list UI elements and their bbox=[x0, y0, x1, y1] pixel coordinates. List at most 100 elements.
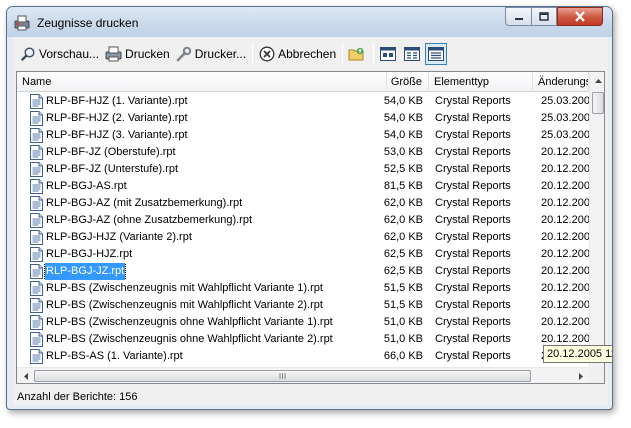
toolbar-separator bbox=[373, 43, 375, 65]
table-row[interactable]: RLP-BS (Zwischenzeugnis ohne Wahlpflicht… bbox=[17, 331, 590, 348]
file-name: RLP-BGJ-HJZ.rpt bbox=[46, 248, 133, 260]
status-bar: Anzahl der Berichte: 156 bbox=[13, 387, 608, 405]
magnifier-icon bbox=[20, 47, 35, 62]
type-cell: Crystal Reports bbox=[435, 299, 511, 311]
name-cell: RLP-BS-AS (1. Variante).rpt bbox=[30, 348, 390, 365]
report-file-icon bbox=[30, 145, 43, 160]
column-header-size[interactable]: Größe bbox=[387, 72, 429, 92]
scroll-left-arrow[interactable] bbox=[17, 368, 34, 383]
file-name: RLP-BS (Zwischenzeugnis mit Wahlpflicht … bbox=[46, 299, 323, 311]
table-row[interactable]: RLP-BF-HJZ (2. Variante).rpt 54,0 KB Cryst… bbox=[17, 110, 590, 127]
printer-settings-button[interactable]: Drucker... bbox=[173, 42, 249, 66]
name-cell: RLP-BF-JZ (Unterstufe).rpt bbox=[30, 161, 390, 178]
list-header: Name Größe Elementtyp Änderungs bbox=[17, 72, 589, 92]
arrow-up-icon bbox=[594, 78, 602, 83]
printer-settings-label: Drucker... bbox=[194, 47, 247, 61]
report-file-icon bbox=[30, 111, 43, 126]
table-row[interactable]: RLP-BGJ-HJZ (Variante 2).rpt 62,0 KB Cryst… bbox=[17, 229, 590, 246]
report-list[interactable]: Name Größe Elementtyp Änderungs RLP-BF-H… bbox=[16, 71, 605, 384]
type-cell: Crystal Reports bbox=[435, 282, 511, 294]
report-file-icon bbox=[30, 247, 43, 262]
toolbar-separator bbox=[342, 43, 344, 65]
file-name: RLP-BF-JZ (Unterstufe).rpt bbox=[46, 163, 179, 175]
table-row[interactable]: RLP-BS (Zwischenzeugnis mit Wahlpflicht … bbox=[17, 297, 590, 314]
size-cell: 66,0 KB bbox=[383, 350, 423, 362]
type-cell: Crystal Reports bbox=[435, 163, 511, 175]
details-view-icon bbox=[428, 47, 445, 61]
type-cell: Crystal Reports bbox=[435, 248, 511, 260]
vertical-scroll-thumb[interactable] bbox=[592, 92, 604, 114]
title-bar[interactable]: Zeugnisse drucken bbox=[7, 7, 612, 37]
report-file-icon bbox=[30, 315, 43, 330]
date-cell: 20.12.200 bbox=[541, 248, 590, 260]
column-header-name[interactable]: Name bbox=[17, 72, 387, 92]
vertical-scrollbar[interactable] bbox=[589, 72, 604, 367]
toolbar: Vorschau... Drucken Drucker... Abbrechen bbox=[13, 39, 608, 69]
preview-button[interactable]: Vorschau... bbox=[17, 42, 102, 66]
file-name: RLP-BS-AS (1. Variante).rpt bbox=[46, 350, 183, 362]
view-list-button[interactable] bbox=[401, 43, 423, 65]
table-row[interactable]: RLP-BF-JZ (Oberstufe).rpt 53,0 KB Crystal … bbox=[17, 144, 590, 161]
file-name: RLP-BS (Zwischenzeugnis mit Wahlpflicht … bbox=[46, 282, 323, 294]
table-row[interactable]: RLP-BS (Zwischenzeugnis ohne Wahlpflicht… bbox=[17, 314, 590, 331]
column-header-date[interactable]: Änderungs bbox=[533, 72, 589, 92]
size-cell: 53,0 KB bbox=[383, 146, 423, 158]
close-button[interactable] bbox=[557, 7, 603, 26]
minimize-button[interactable] bbox=[505, 7, 531, 26]
date-cell: 20.12.200 bbox=[541, 163, 590, 175]
scroll-up-arrow[interactable] bbox=[590, 72, 604, 89]
wrench-icon bbox=[176, 46, 191, 62]
report-file-icon bbox=[30, 264, 43, 279]
window-title: Zeugnisse drucken bbox=[37, 16, 139, 30]
scroll-right-arrow[interactable] bbox=[572, 368, 589, 383]
name-cell: RLP-BGJ-HJZ.rpt bbox=[30, 246, 390, 263]
cancel-button[interactable]: Abbrechen bbox=[256, 42, 339, 66]
table-row[interactable]: RLP-BF-HJZ (3. Variante).rpt 54,0 KB Cryst… bbox=[17, 127, 590, 144]
table-row[interactable]: RLP-BGJ-AZ (ohne Zusatzbemerkung).rpt 62,… bbox=[17, 212, 590, 229]
table-row[interactable]: RLP-BS (Zwischenzeugnis mit Wahlpflicht … bbox=[17, 280, 590, 297]
table-row[interactable]: RLP-BS-AS (1. Variante).rpt 66,0 KB Crysta… bbox=[17, 348, 590, 365]
horizontal-scrollbar[interactable] bbox=[17, 367, 589, 383]
folder-open-icon bbox=[348, 47, 364, 61]
cancel-label: Abbrechen bbox=[278, 47, 337, 61]
file-name: RLP-BGJ-HJZ (Variante 2).rpt bbox=[46, 231, 192, 243]
name-cell: RLP-BS (Zwischenzeugnis mit Wahlpflicht … bbox=[30, 297, 390, 314]
column-header-type[interactable]: Elementtyp bbox=[429, 72, 533, 92]
folder-button[interactable] bbox=[346, 43, 368, 65]
file-name: RLP-BS (Zwischenzeugnis ohne Wahlpflicht… bbox=[46, 333, 333, 345]
list-view-icon bbox=[404, 47, 421, 61]
toolbar-separator bbox=[252, 43, 254, 65]
date-cell: 20.12.200 bbox=[541, 299, 590, 311]
type-cell: Crystal Reports bbox=[435, 316, 511, 328]
scrollbar-corner bbox=[589, 367, 604, 383]
size-cell: 51,0 KB bbox=[383, 333, 423, 345]
name-cell: RLP-BGJ-HJZ (Variante 2).rpt bbox=[30, 229, 390, 246]
view-large-icons-button[interactable] bbox=[377, 43, 399, 65]
file-name: RLP-BF-JZ (Oberstufe).rpt bbox=[46, 146, 176, 158]
name-cell: RLP-BF-HJZ (2. Variante).rpt bbox=[30, 110, 390, 127]
print-button[interactable]: Drucken bbox=[102, 42, 173, 66]
table-row[interactable]: RLP-BGJ-AZ (mit Zusatzbemerkung).rpt 62,0… bbox=[17, 195, 590, 212]
arrow-right-icon bbox=[578, 372, 583, 380]
minimize-icon bbox=[514, 17, 523, 20]
table-row[interactable]: RLP-BF-JZ (Unterstufe).rpt 52,5 KB Crystal… bbox=[17, 161, 590, 178]
view-details-button[interactable] bbox=[425, 43, 448, 65]
file-name: RLP-BF-HJZ (1. Variante).rpt bbox=[46, 95, 188, 107]
table-row[interactable]: RLP-BGJ-AS.rpt 81,5 KB Crystal Reports 20.1… bbox=[17, 178, 590, 195]
table-row[interactable]: RLP-BGJ-HJZ.rpt 62,5 KB Crystal Reports 20.… bbox=[17, 246, 590, 263]
maximize-button[interactable] bbox=[531, 7, 557, 26]
name-cell: RLP-BGJ-AZ (ohne Zusatzbemerkung).rpt bbox=[30, 212, 390, 229]
table-row[interactable]: RLP-BGJ-JZ.rpt 62,5 KB Crystal Reports 20.1… bbox=[17, 263, 590, 280]
report-file-icon bbox=[30, 162, 43, 177]
date-cell: 20.12.200 bbox=[541, 282, 590, 294]
table-row[interactable]: RLP-BF-HJZ (1. Variante).rpt 54,0 KB Cryst… bbox=[17, 93, 590, 110]
file-name: RLP-BGJ-AZ (ohne Zusatzbemerkung).rpt bbox=[46, 214, 253, 226]
type-cell: Crystal Reports bbox=[435, 350, 511, 362]
date-cell: 25.03.200 bbox=[541, 129, 590, 141]
size-cell: 54,0 KB bbox=[383, 95, 423, 107]
date-cell: 25.03.200 bbox=[541, 112, 590, 124]
file-name: RLP-BGJ-AS.rpt bbox=[46, 180, 127, 192]
name-cell: RLP-BS (Zwischenzeugnis ohne Wahlpflicht… bbox=[30, 331, 390, 348]
size-cell: 54,0 KB bbox=[383, 129, 423, 141]
horizontal-scroll-thumb[interactable] bbox=[34, 370, 531, 382]
